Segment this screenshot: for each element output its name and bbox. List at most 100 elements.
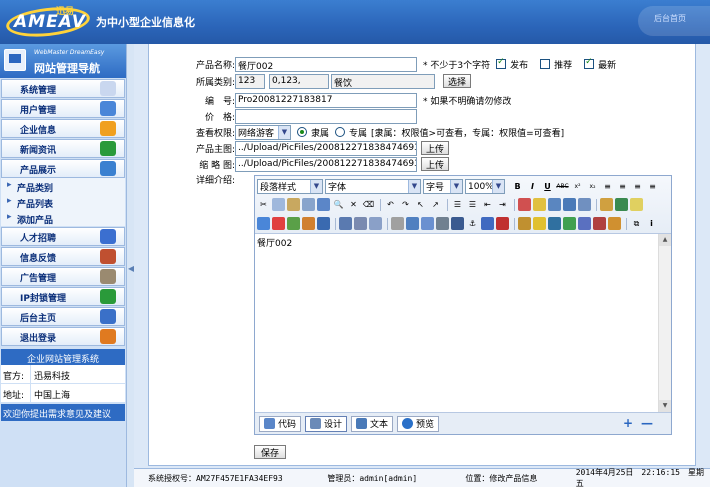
strikethrough-icon[interactable]: ABC [556,180,569,193]
media-player-icon[interactable] [518,217,531,230]
home-link[interactable]: 后台首页 [638,6,710,36]
editor-scrollbar[interactable]: ▲ ▼ [658,234,671,412]
bold-icon[interactable]: B [511,180,524,193]
perm-exclusive-radio[interactable] [335,127,346,137]
font-color-icon[interactable] [518,198,531,211]
marquee-icon[interactable] [317,217,330,230]
paste-word-icon[interactable] [317,198,330,211]
main-image-upload-button[interactable]: 上传 [421,141,450,155]
table-icon[interactable] [548,198,561,211]
date-icon[interactable] [406,217,419,230]
gallery-icon[interactable] [302,217,315,230]
sidebar-item-users[interactable]: 用户管理 [1,99,125,118]
tab-text[interactable]: 文本 [351,415,394,432]
recommend-checkbox[interactable] [540,59,551,69]
flash-icon[interactable] [578,198,591,211]
feedback-tip[interactable]: 欢迎你提出需求意见及建议 [1,404,125,421]
tab-code[interactable]: 代码 [259,415,302,432]
perm-belong-radio[interactable] [297,127,307,137]
sidebar-subitem-list[interactable]: 产品列表 [1,194,125,210]
anchor-icon[interactable]: ⚓ [466,217,479,230]
font-select[interactable]: 字体 ▼ [325,179,421,194]
eraser-icon[interactable]: ⌫ [362,198,375,211]
sidebar-item-company[interactable]: 企业信息 [1,119,125,138]
find-icon[interactable]: 🔍 [332,198,345,211]
align-right-icon[interactable]: ≡ [631,180,644,193]
ordered-list-icon[interactable]: ☰ [451,198,464,211]
sidebar-subitem-category[interactable]: 产品类别 [1,178,125,194]
indent-icon[interactable]: ⇥ [496,198,509,211]
tab-design[interactable]: 设计 [305,415,348,432]
unlink-icon[interactable] [496,217,509,230]
price-input[interactable] [235,108,417,124]
symbol-icon[interactable] [615,198,628,211]
pointer-icon[interactable]: ↗ [429,198,442,211]
select-icon[interactable]: ↖ [414,198,427,211]
thumbnail-input[interactable]: ../Upload/PicFiles/200812271838474693.jp… [235,156,417,172]
insert-image-icon[interactable] [257,217,270,230]
sidebar-item-news[interactable]: 新闻资讯 [1,139,125,158]
undo-icon[interactable]: ↶ [384,198,397,211]
page-break-icon[interactable] [436,217,449,230]
underline-icon[interactable]: U [541,180,554,193]
media-icon[interactable] [287,217,300,230]
main-image-input[interactable]: ../Upload/PicFiles/200812271838474693.jp… [235,140,417,156]
product-name-input[interactable]: 餐厅002 [235,56,417,72]
expand-editor-icon[interactable]: + [623,416,633,430]
publish-checkbox[interactable] [496,57,507,69]
sidebar-item-recruit[interactable]: 人才招聘 [1,227,125,246]
about-icon[interactable]: i [645,217,658,230]
tab-preview[interactable]: 预览 [397,415,440,432]
paste-icon[interactable] [287,198,300,211]
maximize-icon[interactable]: ⧉ [630,217,643,230]
time-icon[interactable] [421,217,434,230]
textarea-icon[interactable] [354,217,367,230]
word-icon[interactable] [578,217,591,230]
template-icon[interactable] [600,198,613,211]
shrink-editor-icon[interactable]: — [641,416,653,430]
outdent-icon[interactable]: ⇤ [481,198,494,211]
sidebar-item-ads[interactable]: 广告管理 [1,267,125,286]
link-icon[interactable] [481,217,494,230]
input-icon[interactable] [369,217,382,230]
justify-icon[interactable]: ≡ [646,180,659,193]
div-icon[interactable] [451,217,464,230]
newest-checkbox[interactable] [584,57,595,69]
superscript-icon[interactable]: x² [571,180,584,193]
import-icon[interactable] [608,217,621,230]
hr-icon[interactable] [391,217,404,230]
special-char-icon[interactable] [272,217,285,230]
select-category-button[interactable]: 选择 [443,74,472,88]
sidebar-item-feedback[interactable]: 信息反馈 [1,247,125,266]
smiley-icon[interactable] [533,217,546,230]
sidebar-item-system[interactable]: 系统管理 [1,79,125,98]
image-icon[interactable] [563,198,576,211]
italic-icon[interactable]: I [526,180,539,193]
sidebar-splitter[interactable]: ◀ [126,44,134,487]
thumbnail-upload-button[interactable]: 上传 [421,157,450,171]
redo-icon[interactable]: ↷ [399,198,412,211]
paste-text-icon[interactable] [302,198,315,211]
unordered-list-icon[interactable]: ☰ [466,198,479,211]
highlight-icon[interactable] [533,198,546,211]
emoticon-icon[interactable] [630,198,643,211]
delete-icon[interactable]: ✕ [347,198,360,211]
cut-icon[interactable]: ✂ [257,198,270,211]
font-size-select[interactable]: 字号 ▼ [423,179,463,194]
code-input[interactable]: Pro20081227183817 [235,92,417,108]
sidebar-subitem-add[interactable]: 添加产品 [1,210,125,226]
align-center-icon[interactable]: ≡ [616,180,629,193]
sidebar-item-home[interactable]: 后台主页 [1,307,125,326]
save-button[interactable]: 保存 [254,445,286,459]
scroll-up-icon[interactable]: ▲ [659,234,671,246]
ppt-icon[interactable] [593,217,606,230]
paragraph-style-select[interactable]: 段落样式 ▼ [257,179,323,194]
copy-icon[interactable] [272,198,285,211]
editor-content-area[interactable]: 餐厅002 [255,234,671,412]
sidebar-item-ip-lock[interactable]: IP封锁管理 [1,287,125,306]
form-icon[interactable] [339,217,352,230]
sidebar-item-logout[interactable]: 退出登录 [1,327,125,346]
remote-image-icon[interactable] [548,217,561,230]
sidebar-item-products[interactable]: 产品展示 [1,159,125,178]
align-left-icon[interactable]: ≡ [601,180,614,193]
